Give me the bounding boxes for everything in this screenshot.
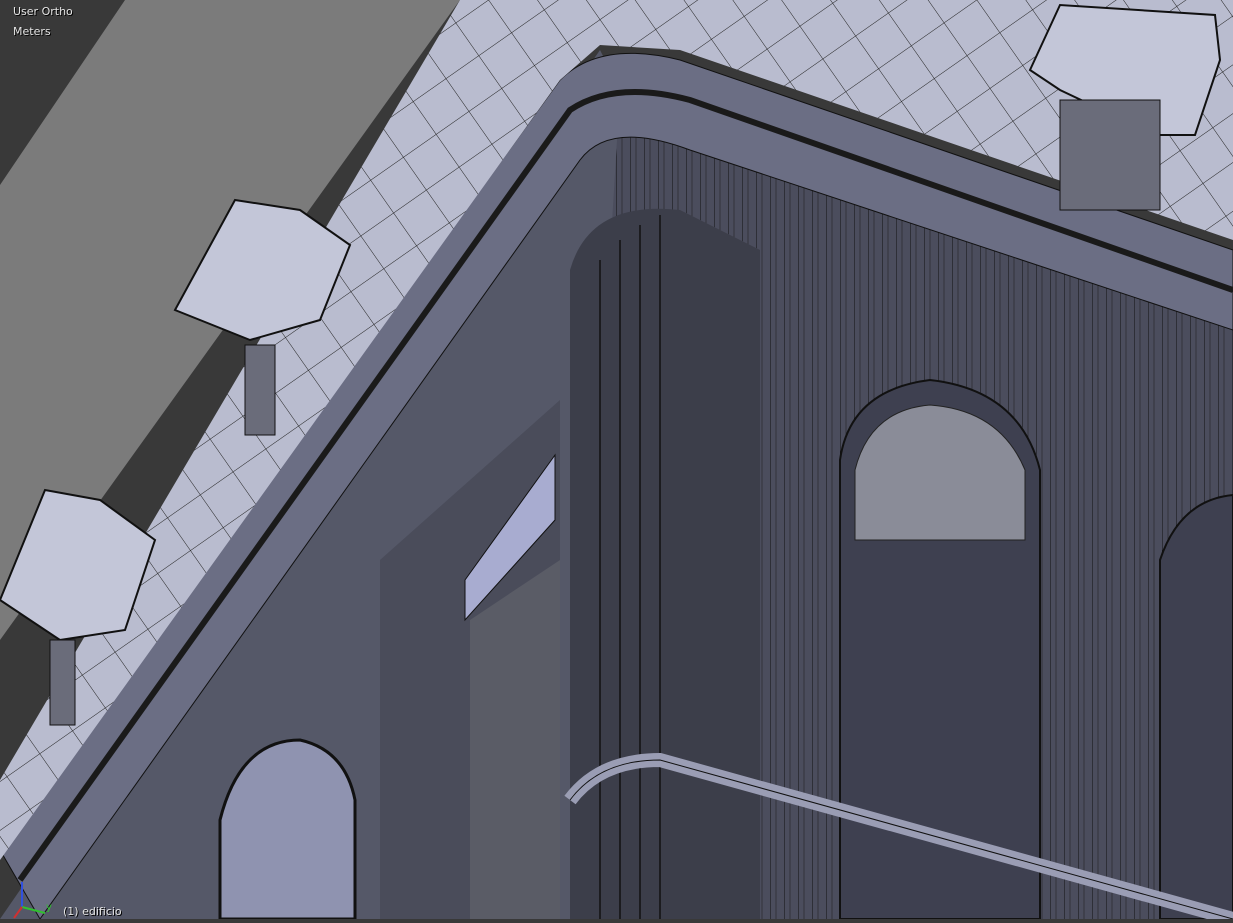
active-object-label: (1) edificio [63, 905, 122, 918]
units-label: Meters [13, 25, 51, 38]
axis-x-line [13, 906, 23, 919]
corner-column [570, 208, 760, 919]
building-mesh [0, 0, 1233, 923]
axis-gizmo-icon: y [13, 882, 52, 919]
axis-y-label: y [46, 902, 52, 913]
3d-viewport[interactable] [0, 0, 1233, 923]
dormer-wall [244, 344, 276, 436]
arched-window [1159, 493, 1233, 920]
view-name-label: User Ortho [13, 5, 73, 18]
axis-y-line [21, 906, 46, 914]
dormer-wall [49, 639, 76, 726]
facade-left-panel [470, 560, 560, 919]
dormer-wall [1059, 99, 1161, 211]
